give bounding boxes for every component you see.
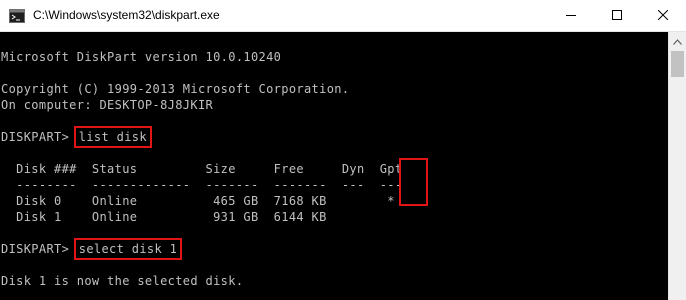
minimize-button[interactable] xyxy=(548,0,594,31)
console-output[interactable]: Microsoft DiskPart version 10.0.10240 Co… xyxy=(0,32,668,300)
prompt: DISKPART> xyxy=(1,242,77,256)
maximize-button[interactable] xyxy=(594,0,640,31)
minimize-icon xyxy=(566,7,576,25)
vertical-scrollbar[interactable] xyxy=(668,32,686,300)
command-select-disk: select disk 1 xyxy=(73,238,183,260)
maximize-icon xyxy=(612,7,622,25)
prompt: DISKPART> xyxy=(1,130,77,144)
version-line: Microsoft DiskPart version 10.0.10240 xyxy=(1,50,282,64)
computer-line: On computer: DESKTOP-8J8JKIR xyxy=(1,98,214,112)
chevron-up-icon xyxy=(673,32,682,50)
table-separator-columns: -------- ------------- ------- ------- -… xyxy=(1,178,380,192)
diskpart-window: C:\Windows\system32\diskpart.exe Microso… xyxy=(0,0,686,300)
table-row-gpt-flag: * xyxy=(379,194,395,208)
close-icon xyxy=(657,7,669,25)
console-icon xyxy=(9,9,25,23)
copyright-line: Copyright (C) 1999-2013 Microsoft Corpor… xyxy=(1,82,350,96)
table-header-columns: Disk ### Status Size Free Dyn xyxy=(1,162,380,176)
scroll-up-button[interactable] xyxy=(669,32,686,49)
title-bar[interactable]: C:\Windows\system32\diskpart.exe xyxy=(0,0,686,32)
table-row-disk-1: Disk 1 Online 931 GB 6144 KB xyxy=(1,210,380,224)
table-row: Disk 0 Online 465 GB 7168 KB * xyxy=(1,193,395,209)
close-button[interactable] xyxy=(640,0,686,31)
table-row: Disk 1 Online 931 GB 6144 KB xyxy=(1,209,380,225)
window-title: C:\Windows\system32\diskpart.exe xyxy=(33,8,220,22)
prompt-line-1: DISKPART> list disk xyxy=(1,126,152,148)
table-row-disk-0: Disk 0 Online 465 GB 7168 KB xyxy=(1,194,380,208)
scrollbar-thumb[interactable] xyxy=(671,51,684,77)
result-line: Disk 1 is now the selected disk. xyxy=(1,274,244,288)
prompt-line-2: DISKPART> select disk 1 xyxy=(1,238,183,260)
table-separator: -------- ------------- ------- ------- -… xyxy=(1,177,402,193)
gpt-column-highlight xyxy=(399,158,428,206)
command-list-disk: list disk xyxy=(73,126,152,148)
table-header: Disk ### Status Size Free Dyn Gpt xyxy=(1,161,402,177)
